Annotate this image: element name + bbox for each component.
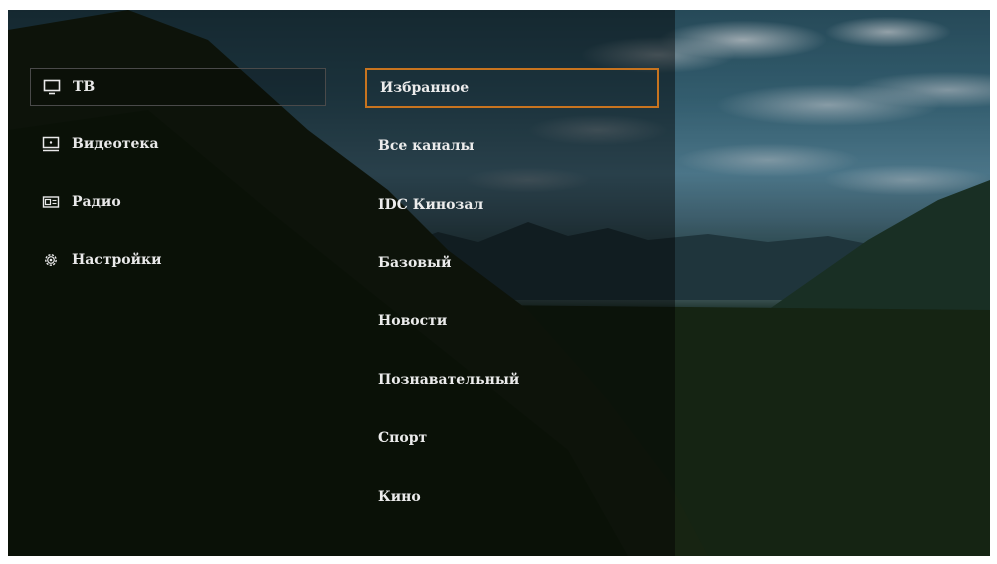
category-label: Спорт	[378, 430, 428, 446]
category-label: Базовый	[378, 255, 452, 271]
nav-item-radio[interactable]: Радио	[30, 183, 326, 221]
category-label: Кино	[378, 489, 421, 505]
nav-item-label: ТВ	[73, 79, 96, 95]
category-label: Познавательный	[378, 372, 520, 388]
category-label: Избранное	[380, 80, 470, 96]
category-item-sport[interactable]: Спорт	[365, 418, 659, 458]
category-item-all-channels[interactable]: Все каналы	[365, 126, 659, 166]
category-item-educational[interactable]: Познавательный	[365, 360, 659, 400]
nav-item-settings[interactable]: Настройки	[30, 241, 326, 279]
category-label: Все каналы	[378, 138, 475, 154]
gear-icon	[42, 252, 60, 268]
category-item-favorites[interactable]: Избранное	[365, 68, 659, 108]
nav-item-label: Настройки	[72, 252, 162, 268]
category-label: IDC Кинозал	[378, 197, 484, 213]
preview-area	[675, 10, 990, 556]
category-label: Новости	[378, 313, 448, 329]
nav-item-label: Видеотека	[72, 136, 159, 152]
category-item-movies[interactable]: Кино	[365, 477, 659, 517]
video-library-icon	[42, 136, 60, 152]
nav-item-video-library[interactable]: Видеотека	[30, 125, 326, 163]
tv-menu-screen: ТВ Видеотека Радио Настройки Избранное В…	[8, 10, 990, 556]
nav-item-tv[interactable]: ТВ	[30, 68, 326, 106]
category-item-idc-cinema[interactable]: IDC Кинозал	[365, 185, 659, 225]
tv-icon	[43, 79, 61, 95]
nav-item-label: Радио	[72, 194, 121, 210]
radio-icon	[42, 194, 60, 210]
category-item-news[interactable]: Новости	[365, 301, 659, 341]
category-item-basic[interactable]: Базовый	[365, 243, 659, 283]
